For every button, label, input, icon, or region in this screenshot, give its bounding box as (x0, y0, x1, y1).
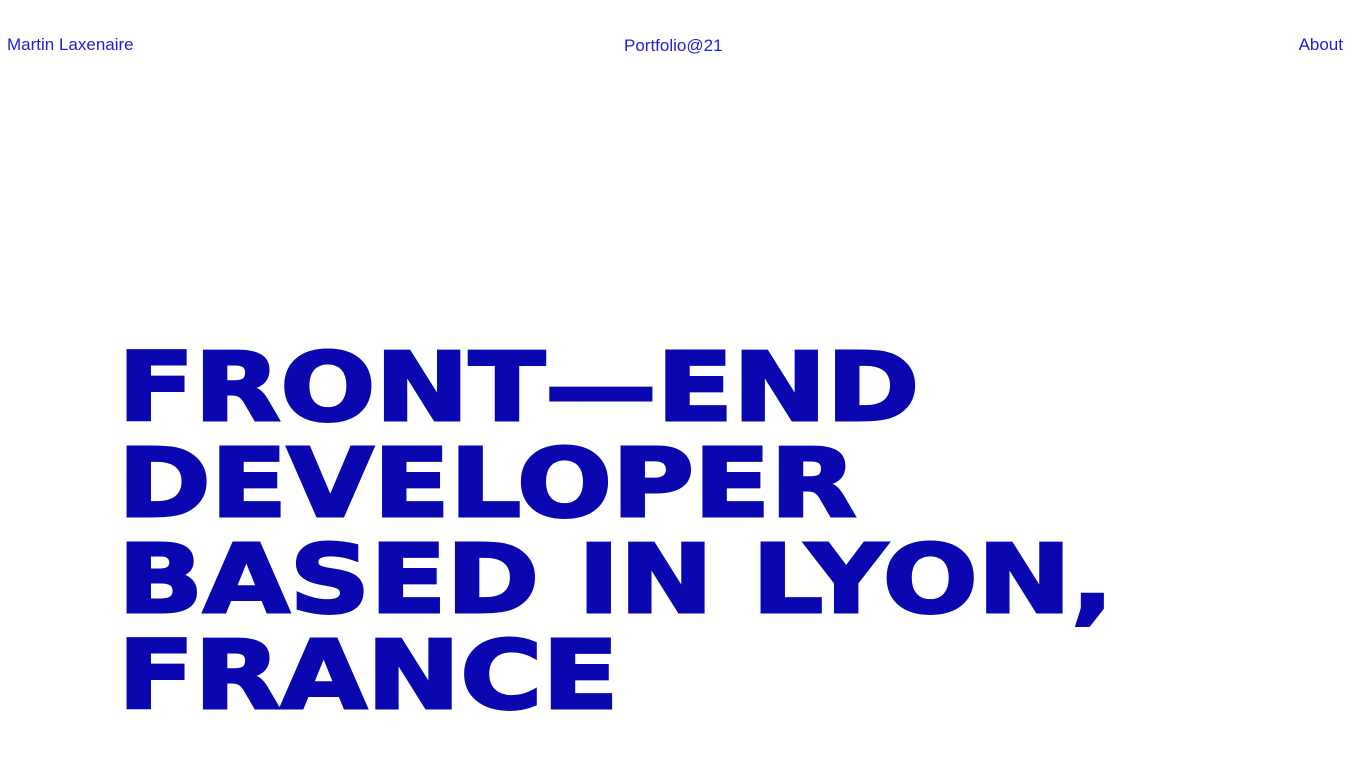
about-link[interactable]: About (1299, 34, 1343, 56)
portfolio-link[interactable]: Portfolio@21 (624, 35, 723, 57)
hero-line-3: BASED IN LYON, (116, 525, 1115, 635)
hero-line-2: DEVELOPER (116, 429, 858, 539)
site-header: Martin Laxenaire Portfolio@21 About (0, 0, 1350, 90)
hero-line-4: FRANCE (116, 621, 620, 731)
hero-heading: FRONT—END DEVELOPER BASED IN LYON, FRANC… (116, 340, 1318, 726)
home-name-link[interactable]: Martin Laxenaire (7, 34, 134, 56)
hero-line-1: FRONT—END (116, 333, 921, 443)
